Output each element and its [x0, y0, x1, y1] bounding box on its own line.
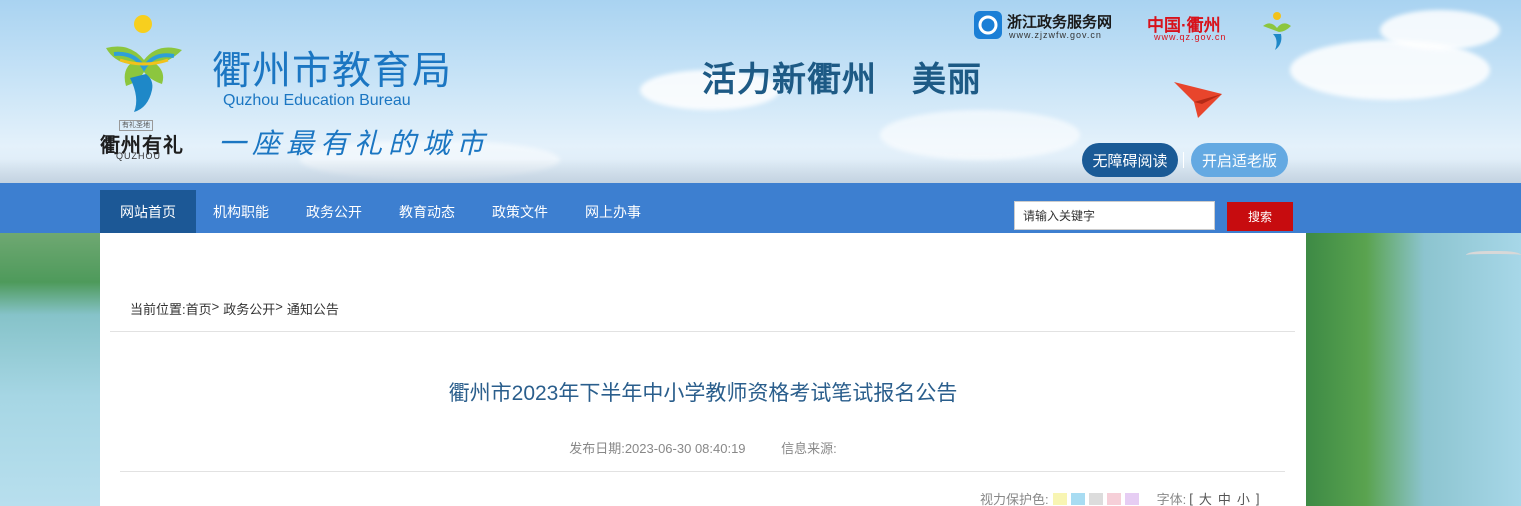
emblem-en-text: QUZHOU: [116, 151, 161, 161]
site-slogan: 一座最有礼的城市: [218, 127, 491, 160]
nav-item-gov-affairs[interactable]: 政务公开: [286, 190, 382, 233]
source-label: 信息来源:: [781, 441, 837, 456]
cloud-decoration: [880, 110, 1080, 160]
nav-items: 网站首页 机构职能 政务公开 教育动态 政策文件 网上办事: [100, 190, 658, 233]
accessibility-reading-button[interactable]: 无障碍阅读: [1082, 143, 1178, 177]
color-swatch-gray[interactable]: [1088, 492, 1103, 505]
font-size-large[interactable]: 大: [1199, 489, 1212, 506]
color-swatch-purple[interactable]: [1124, 492, 1139, 505]
search-button[interactable]: 搜索: [1227, 202, 1293, 231]
article-panel: 当前位置: 首页 > 政务公开 > 通知公告 衢州市2023年下半年中小学教师资…: [100, 233, 1306, 506]
elderly-mode-button[interactable]: 开启适老版: [1191, 143, 1288, 177]
eye-protection-label: 视力保护色:: [980, 492, 1049, 506]
nav-item-policy[interactable]: 政策文件: [472, 190, 568, 233]
site-title-en: Quzhou Education Bureau: [223, 92, 411, 109]
font-size-small[interactable]: 小: [1237, 489, 1250, 506]
cloud-decoration: [1290, 40, 1490, 100]
nav-item-home[interactable]: 网站首页: [100, 190, 196, 233]
zjzw-logo-icon[interactable]: [974, 11, 1002, 39]
qz-url: www.qz.gov.cn: [1154, 32, 1227, 42]
cloud-decoration: [1380, 10, 1500, 50]
paper-plane-icon: [1174, 82, 1222, 118]
breadcrumb-separator: >: [211, 299, 220, 314]
search-input[interactable]: [1014, 201, 1215, 230]
scenery-left: [0, 233, 100, 506]
sun-icon: [134, 15, 152, 33]
scenery-right: [1306, 233, 1521, 506]
site-title[interactable]: 衢州市教育局: [212, 40, 452, 96]
breadcrumb-home[interactable]: 首页: [186, 299, 212, 318]
color-swatch-pink[interactable]: [1106, 492, 1121, 505]
font-bracket-open: [: [1189, 491, 1193, 506]
site-header: 有礼圣地 衢州有礼 QUZHOU 衢州市教育局 Quzhou Education…: [0, 0, 1521, 183]
zjzw-link[interactable]: 浙江政务服务网: [1007, 11, 1112, 32]
font-size-medium[interactable]: 中: [1218, 489, 1231, 506]
color-swatch-yellow[interactable]: [1052, 492, 1067, 505]
nav-item-online-service[interactable]: 网上办事: [565, 190, 661, 233]
qz-logo-icon[interactable]: [1261, 10, 1293, 50]
quzhou-emblem-icon: [106, 46, 182, 112]
breadcrumb-label: 当前位置:: [130, 302, 186, 317]
breadcrumb: 当前位置: 首页 > 政务公开 > 通知公告: [130, 299, 339, 318]
font-size-label: 字体:: [1156, 492, 1187, 506]
publish-date: 发布日期:2023-06-30 08:40:19: [569, 441, 745, 456]
button-divider: [1183, 152, 1184, 168]
breadcrumb-notices[interactable]: 通知公告: [287, 299, 339, 318]
banner-text: 活力新衢州 美丽: [702, 60, 982, 100]
breadcrumb-separator: >: [275, 299, 283, 314]
article-meta: 发布日期:2023-06-30 08:40:19 信息来源:: [100, 438, 1306, 457]
city-skyline: [0, 159, 1521, 183]
color-swatch-blue[interactable]: [1070, 492, 1085, 505]
nav-item-edu-news[interactable]: 教育动态: [379, 190, 475, 233]
divider: [120, 471, 1285, 472]
zjzw-url: www.zjzwfw.gov.cn: [1009, 30, 1102, 40]
divider: [110, 331, 1295, 332]
info-source: 信息来源:: [781, 441, 837, 456]
bridge-decoration: [1466, 251, 1521, 261]
reading-tools: 视力保护色: 字体: [ 大 中 小 ]: [980, 489, 1263, 506]
publish-value: 2023-06-30 08:40:19: [624, 441, 746, 456]
main-nav: 网站首页 机构职能 政务公开 教育动态 政策文件 网上办事 搜索: [0, 183, 1521, 233]
nav-item-functions[interactable]: 机构职能: [193, 190, 289, 233]
article-title: 衢州市2023年下半年中小学教师资格考试笔试报名公告: [448, 382, 958, 405]
publish-label: 发布日期:: [569, 441, 625, 456]
breadcrumb-gov-affairs[interactable]: 政务公开: [223, 299, 275, 318]
font-bracket-close: ]: [1255, 491, 1260, 506]
